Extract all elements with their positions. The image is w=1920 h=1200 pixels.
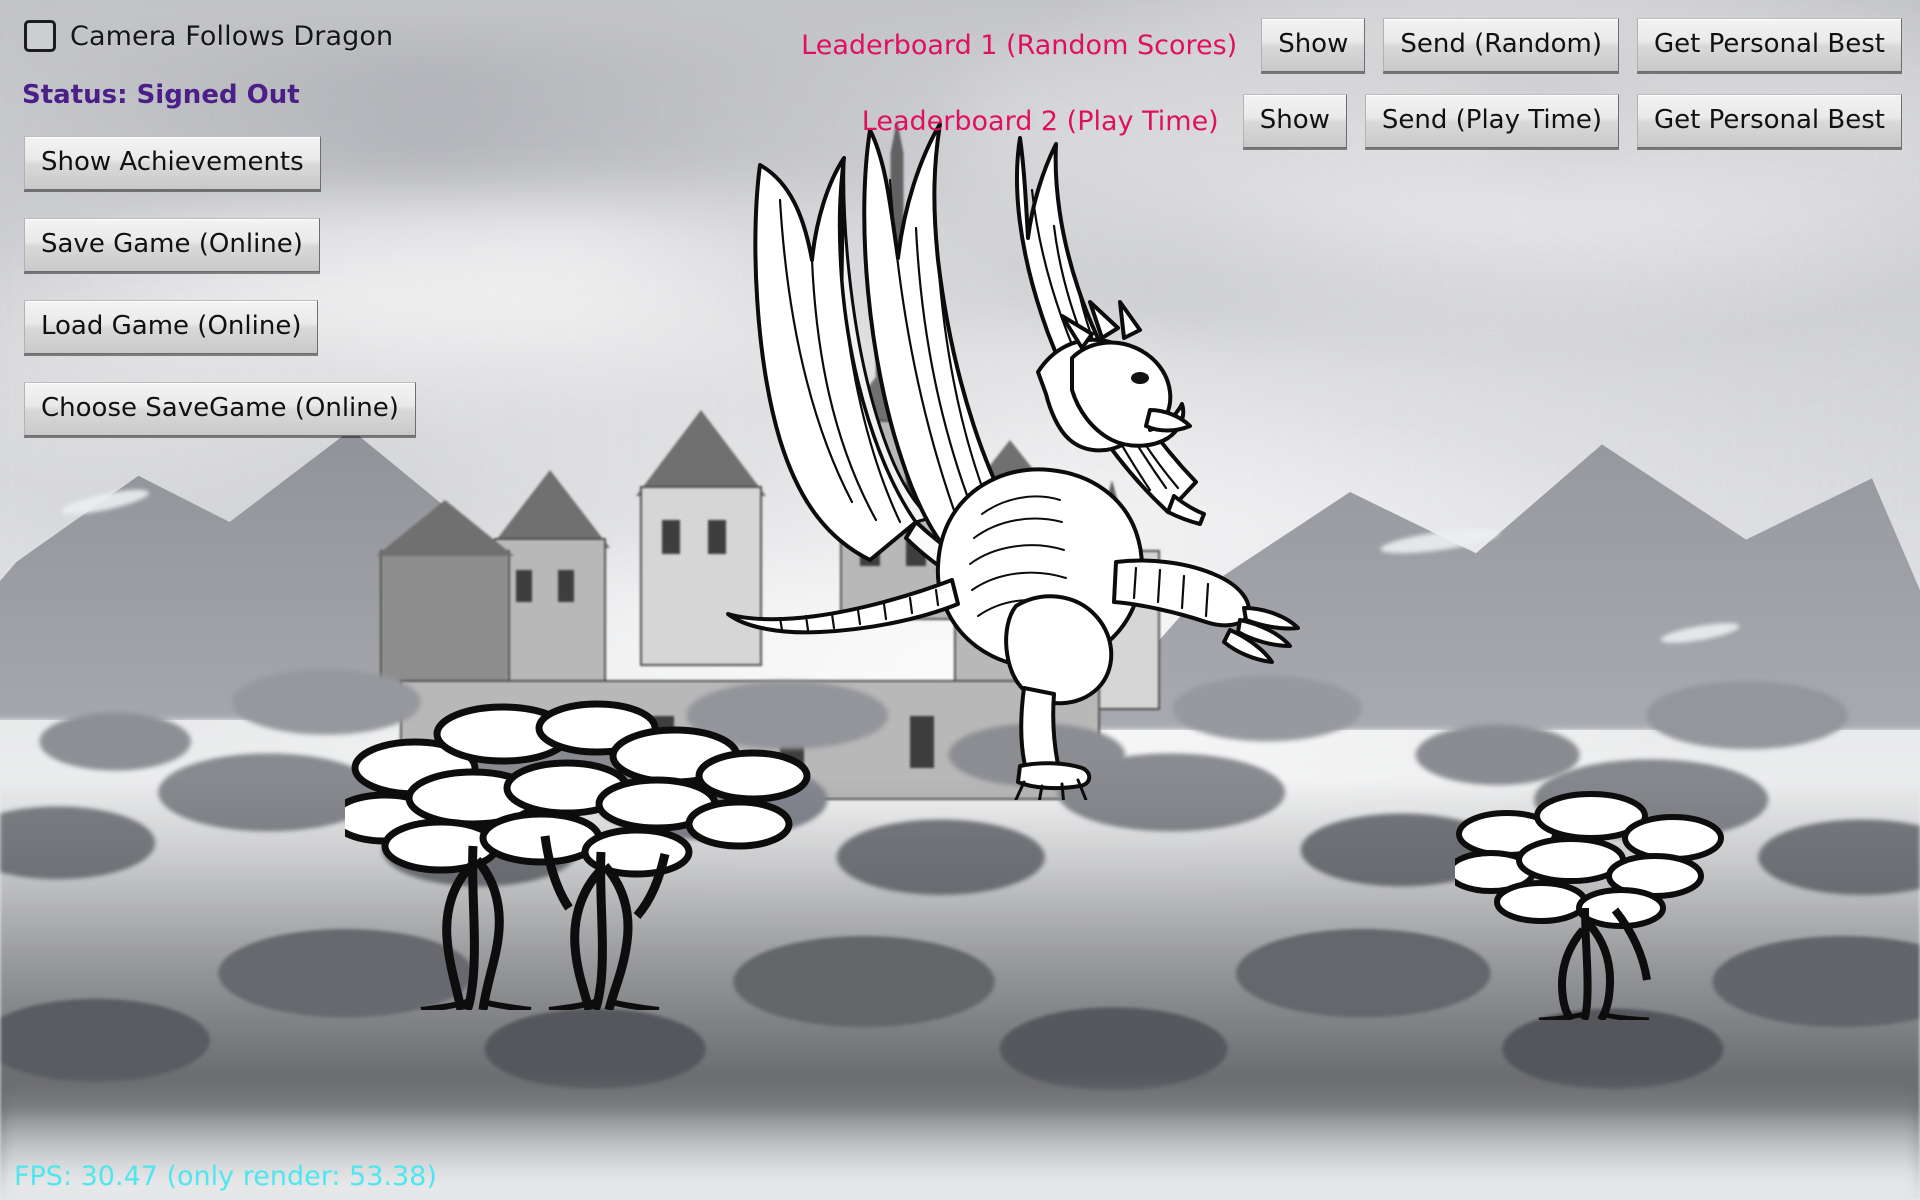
leaderboard-panel: Leaderboard 1 (Random Scores) Show Send … [801,18,1902,170]
checkbox-unchecked-icon[interactable] [24,20,56,52]
game-viewport: Camera Follows Dragon Status: Signed Out… [0,0,1920,1200]
hud-overlay: Camera Follows Dragon Status: Signed Out… [0,0,1920,1200]
save-game-online-button[interactable]: Save Game (Online) [24,218,320,272]
leaderboard-1-title: Leaderboard 1 (Random Scores) [801,29,1238,61]
leaderboard-2-row: Leaderboard 2 (Play Time) Show Send (Pla… [801,94,1902,148]
leaderboard-2-send-play-time-button[interactable]: Send (Play Time) [1364,94,1620,148]
choose-savegame-online-button[interactable]: Choose SaveGame (Online) [24,382,416,436]
show-achievements-button[interactable]: Show Achievements [24,136,321,190]
status-text: Status: Signed Out [22,80,300,110]
camera-follows-dragon-row[interactable]: Camera Follows Dragon [24,20,393,52]
left-button-column: Show Achievements Save Game (Online) Loa… [24,136,416,436]
leaderboard-2-show-button[interactable]: Show [1242,94,1347,148]
leaderboard-2-get-personal-best-button[interactable]: Get Personal Best [1637,94,1902,148]
load-game-online-button[interactable]: Load Game (Online) [24,300,319,354]
leaderboard-1-show-button[interactable]: Show [1261,18,1366,72]
leaderboard-1-send-random-button[interactable]: Send (Random) [1383,18,1620,72]
leaderboard-1-row: Leaderboard 1 (Random Scores) Show Send … [801,18,1902,72]
fps-counter: FPS: 30.47 (only render: 53.38) [14,1161,437,1192]
camera-follows-dragon-label: Camera Follows Dragon [70,20,394,52]
leaderboard-1-get-personal-best-button[interactable]: Get Personal Best [1637,18,1902,72]
leaderboard-2-title: Leaderboard 2 (Play Time) [861,105,1219,137]
